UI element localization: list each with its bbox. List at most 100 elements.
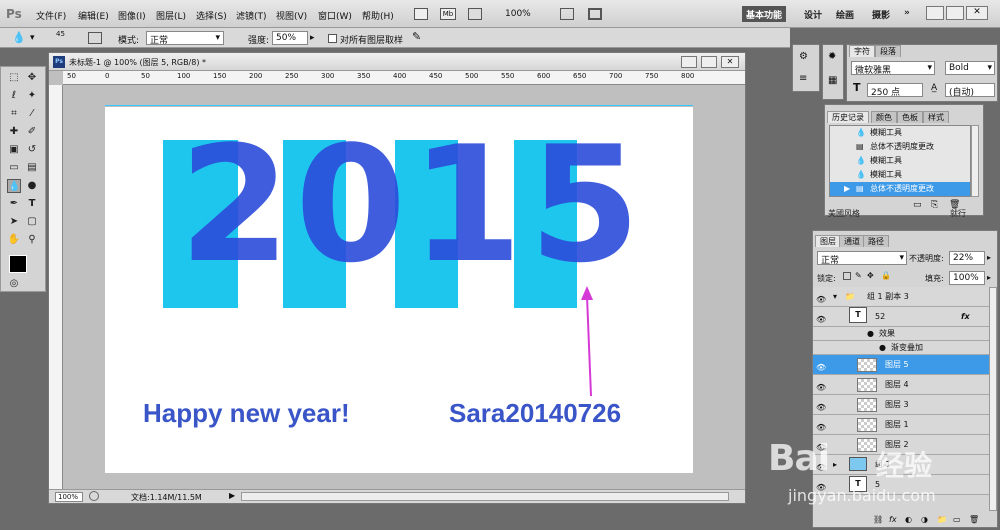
history-item[interactable]: 💧 模糊工具 — [830, 168, 970, 182]
bridge-icon[interactable] — [414, 8, 428, 20]
lasso-tool-icon[interactable]: ℓ — [7, 89, 21, 103]
status-info-icon[interactable] — [89, 491, 99, 501]
workspace-essentials[interactable]: 基本功能 — [742, 6, 787, 22]
eye-icon[interactable]: 👁 — [816, 290, 826, 304]
lock-position-icon[interactable]: ✥ — [867, 271, 874, 280]
layer-row-group[interactable]: 👁 ▾ 📁 组 1 副本 3 — [813, 287, 997, 307]
link-layers-icon[interactable]: ⛓ — [873, 515, 883, 524]
add-style-icon[interactable]: fx — [889, 515, 897, 524]
screen-mode-icon[interactable] — [588, 8, 602, 20]
history-brush-tool-icon[interactable]: ↺ — [25, 143, 39, 157]
tab-color[interactable]: 颜色 — [871, 111, 897, 123]
layer-fx-badge[interactable]: fx — [961, 307, 970, 327]
eye-icon[interactable]: 👁 — [816, 418, 826, 432]
tab-styles[interactable]: 样式 — [923, 111, 949, 123]
add-mask-icon[interactable]: ◐ — [905, 515, 912, 524]
pen-tool-icon[interactable]: ✒ — [7, 197, 21, 211]
hand-tool-icon[interactable]: ✋ — [7, 233, 21, 247]
eye-icon[interactable]: 👁 — [816, 310, 826, 324]
tab-character[interactable]: 字符 — [849, 45, 875, 57]
close-icon[interactable]: ✕ — [966, 6, 988, 20]
healing-tool-icon[interactable]: ✚ — [7, 125, 21, 139]
crop-tool-icon[interactable]: ⌗ — [7, 107, 21, 121]
leading-input[interactable]: (自动) — [945, 83, 995, 98]
brush-panel-icon[interactable] — [88, 32, 102, 44]
delete-layer-icon[interactable]: 🗑 — [969, 515, 979, 524]
zoom-level[interactable]: 100% — [505, 9, 531, 19]
layers-scrollbar[interactable] — [989, 287, 997, 511]
sample-all-checkbox[interactable] — [328, 34, 337, 43]
more-workspaces-icon[interactable]: » — [900, 6, 914, 22]
create-document-icon[interactable]: ⎘ — [931, 200, 938, 210]
menu-filter[interactable]: 滤镜(T) — [236, 9, 267, 22]
layer-row-text[interactable]: 👁 T 52 fx — [813, 307, 997, 327]
layer-row[interactable]: 👁 图层 1 — [813, 415, 997, 435]
tab-paragraph[interactable]: 段落 — [875, 45, 901, 57]
status-zoom[interactable]: 100% — [55, 492, 83, 502]
workspace-design[interactable]: 设计 — [800, 6, 826, 22]
opacity-chevron-icon[interactable]: ▸ — [987, 253, 991, 262]
doc-minimize-icon[interactable] — [681, 56, 697, 68]
menu-window[interactable]: 窗口(W) — [318, 9, 352, 22]
tab-history[interactable]: 历史记录 — [827, 111, 869, 123]
actions-icon[interactable]: ≡ — [799, 73, 807, 84]
path-select-tool-icon[interactable]: ➤ — [7, 215, 21, 229]
layer-row[interactable]: 👁 图层 4 — [813, 375, 997, 395]
arrange-docs-icon[interactable] — [560, 8, 574, 20]
brush-size[interactable]: 45 — [56, 30, 65, 38]
history-item[interactable]: 💧 模糊工具 — [830, 126, 970, 140]
minibridge-icon[interactable]: Mb — [440, 8, 456, 20]
move-tool-icon[interactable]: ✥ — [25, 71, 39, 85]
foreground-color-swatch[interactable] — [9, 255, 27, 273]
stamp-tool-icon[interactable]: ▣ — [7, 143, 21, 157]
brush-presets-icon[interactable]: ✹ — [828, 51, 836, 62]
layer-row[interactable]: 👁 图层 3 — [813, 395, 997, 415]
tab-paths[interactable]: 路径 — [863, 235, 889, 247]
new-snapshot-icon[interactable]: ▭ — [913, 200, 922, 210]
tool-preset-chevron-icon[interactable]: ▾ — [30, 33, 35, 43]
opacity-input[interactable]: 22% — [949, 251, 985, 265]
blur-tool-icon-active[interactable]: 💧 — [7, 179, 21, 193]
clone-source-icon[interactable]: ▦ — [828, 75, 837, 86]
expand-icon[interactable]: ▾ — [833, 287, 837, 307]
history-item[interactable]: ▤ 总体不透明度更改 — [830, 140, 970, 154]
workspace-photography[interactable]: 摄影 — [868, 6, 894, 22]
doc-restore-icon[interactable] — [701, 56, 717, 68]
eye-icon[interactable]: 👁 — [816, 358, 826, 372]
status-arrow-icon[interactable]: ▶ — [229, 491, 235, 500]
brush-tool-icon[interactable]: ✐ — [25, 125, 39, 139]
fill-input[interactable]: 100% — [949, 271, 985, 285]
workspace-painting[interactable]: 绘画 — [832, 6, 858, 22]
menu-select[interactable]: 选择(S) — [196, 9, 227, 22]
font-size-input[interactable]: 250 点 — [867, 83, 923, 98]
menu-view[interactable]: 视图(V) — [276, 9, 307, 22]
effect-eye-icon[interactable]: ● — [879, 341, 886, 355]
eye-icon[interactable]: 👁 — [816, 378, 826, 392]
menu-layer[interactable]: 图层(L) — [156, 9, 186, 22]
effects-eye-icon[interactable]: ● — [867, 327, 874, 341]
tab-channels[interactable]: 通道 — [839, 235, 865, 247]
strength-chevron-icon[interactable]: ▸ — [310, 33, 315, 43]
expand-icon[interactable]: ▸ — [833, 455, 837, 475]
eraser-tool-icon[interactable]: ▭ — [7, 161, 21, 175]
canvas[interactable]: 2 0 1 5 Happy new year! Sara20140726 — [105, 107, 693, 473]
pressure-icon[interactable]: ✎ — [412, 30, 421, 43]
menu-image[interactable]: 图像(I) — [118, 9, 146, 22]
quick-select-tool-icon[interactable]: ✦ — [25, 89, 39, 103]
fill-chevron-icon[interactable]: ▸ — [987, 273, 991, 282]
shape-tool-icon[interactable]: ▢ — [25, 215, 39, 229]
restore-icon[interactable] — [946, 6, 964, 20]
layer-effect-item[interactable]: ● 渐变叠加 — [813, 341, 997, 355]
history-scrollbar[interactable] — [971, 125, 979, 197]
lock-pixels-icon[interactable]: ✎ — [855, 271, 862, 280]
quick-mask-icon[interactable]: ◎ — [7, 277, 21, 291]
menu-edit[interactable]: 编辑(E) — [78, 9, 109, 22]
new-layer-icon[interactable]: ▭ — [953, 515, 961, 524]
tool-presets-icon[interactable]: ⚙ — [799, 51, 808, 62]
history-item[interactable]: 💧 模糊工具 — [830, 154, 970, 168]
menu-help[interactable]: 帮助(H) — [362, 9, 394, 22]
dodge-tool-icon[interactable]: ● — [25, 179, 39, 193]
type-tool-icon[interactable]: T — [25, 197, 39, 211]
font-style-select[interactable]: Bold ▾ — [945, 61, 995, 75]
doc-close-icon[interactable]: ✕ — [721, 56, 739, 68]
